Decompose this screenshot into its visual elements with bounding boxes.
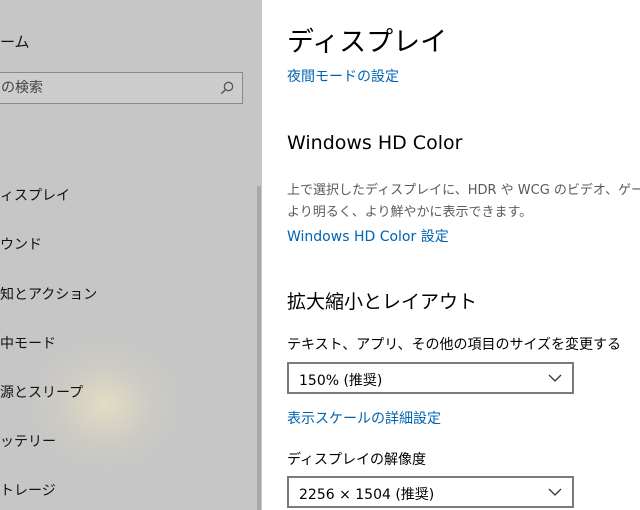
sidebar-item-display[interactable]: ィスプレイ	[0, 185, 70, 209]
resolution-dropdown[interactable]: 2256 × 1504 (推奨)	[287, 476, 574, 508]
scale-layout-section-title: 拡大縮小とレイアウト	[287, 291, 478, 313]
sidebar-item-notifications[interactable]: 知とアクション	[0, 284, 97, 308]
page-title: ディスプレイ	[287, 27, 448, 58]
sidebar-item-power-sleep[interactable]: 源とスリープ	[0, 382, 83, 406]
search-box[interactable]	[0, 72, 243, 104]
sidebar-item-battery[interactable]: ッテリー	[0, 431, 56, 455]
advanced-scaling-link[interactable]: 表示スケールの詳細設定	[287, 408, 441, 428]
chevron-down-icon	[548, 374, 562, 382]
sidebar-home-item[interactable]: ーム	[0, 31, 30, 52]
hd-color-settings-link[interactable]: Windows HD Color 設定	[287, 226, 449, 246]
sidebar-item-sound[interactable]: ウンド	[0, 234, 42, 258]
scale-dropdown[interactable]: 150% (推奨)	[287, 362, 574, 394]
scale-dropdown-value: 150% (推奨)	[299, 373, 383, 389]
sidebar: ーム ィスプレイ ウンド 知とアクション 中モード 源とスリープ ッテリー トレ…	[0, 0, 262, 510]
main-content: ディスプレイ 夜間モードの設定 Windows HD Color 上で選択したデ…	[262, 0, 640, 510]
hd-color-description-line2: より明るく、より鮮やかに表示できます。	[287, 205, 533, 220]
search-icon[interactable]	[220, 81, 234, 95]
resolution-dropdown-value: 2256 × 1504 (推奨)	[299, 487, 435, 503]
hd-color-description-line1: 上で選択したディスプレイに、HDR や WCG のビデオ、ゲーム	[287, 183, 640, 198]
sidebar-scrollbar[interactable]	[257, 186, 261, 510]
resolution-label: ディスプレイの解像度	[287, 452, 427, 468]
night-light-settings-link[interactable]: 夜間モードの設定	[287, 66, 399, 86]
hd-color-section-title: Windows HD Color	[287, 132, 463, 154]
settings-window: ーム ィスプレイ ウンド 知とアクション 中モード 源とスリープ ッテリー トレ…	[0, 0, 640, 510]
sidebar-item-storage[interactable]: トレージ	[0, 480, 56, 504]
search-input[interactable]	[1, 73, 211, 103]
text-size-label: テキスト、アプリ、その他の項目のサイズを変更する	[287, 337, 622, 353]
chevron-down-icon	[548, 488, 562, 496]
sidebar-item-focus-assist[interactable]: 中モード	[0, 333, 56, 357]
